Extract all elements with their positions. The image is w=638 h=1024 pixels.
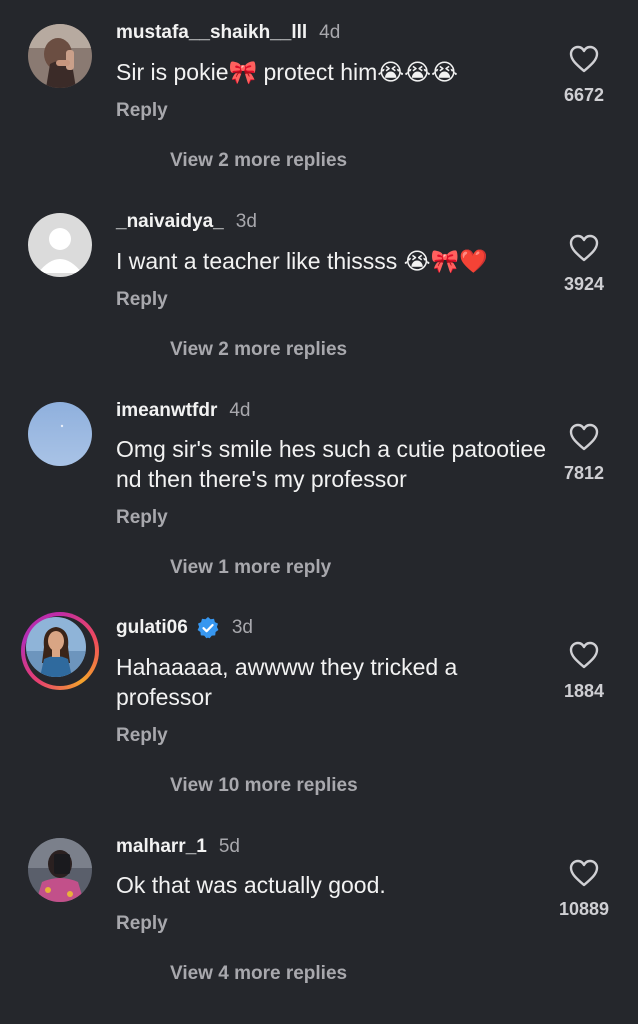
reply-button[interactable]: Reply bbox=[116, 913, 168, 935]
like-count: 7812 bbox=[563, 463, 605, 483]
comment-time: 4d bbox=[229, 400, 251, 421]
view-more-replies-button[interactable]: View 2 more replies bbox=[170, 150, 347, 172]
comment-text: I want a teacher like thissss 😭🎀❤️ bbox=[116, 248, 488, 274]
comment-time: 5d bbox=[218, 836, 240, 857]
reply-button[interactable]: Reply bbox=[116, 507, 168, 529]
heart-icon[interactable] bbox=[569, 423, 599, 451]
comment-text: Ok that was actually good. bbox=[116, 872, 386, 898]
comment-time: 3d bbox=[235, 211, 257, 232]
comment-text: Omg sir's smile hes such a cutie patooti… bbox=[116, 436, 547, 492]
like-count: 3924 bbox=[563, 274, 605, 294]
comment-item: _naivaidya_ 3d I want a teacher like thi… bbox=[0, 189, 638, 379]
comment-item: imeanwtfdr 4d Omg sir's smile hes such a… bbox=[0, 378, 638, 578]
like-count: 1884 bbox=[563, 681, 605, 701]
heart-icon[interactable] bbox=[569, 234, 599, 262]
reply-button[interactable]: Reply bbox=[116, 100, 168, 122]
avatar[interactable] bbox=[28, 838, 92, 902]
comment-item: malharr_1 5d Ok that was actually good. … bbox=[0, 814, 638, 1004]
username[interactable]: mustafa__shaikh__lll bbox=[116, 22, 307, 44]
view-more-replies-button[interactable]: View 1 more reply bbox=[170, 557, 331, 579]
like-area: 3924 bbox=[554, 234, 614, 295]
comment-text: Hahaaaaa, awwww they tricked a professor bbox=[116, 654, 458, 710]
heart-icon[interactable] bbox=[569, 859, 599, 887]
view-more-replies-button[interactable]: View 4 more replies bbox=[170, 963, 347, 985]
username[interactable]: malharr_1 bbox=[116, 836, 207, 858]
avatar[interactable] bbox=[28, 402, 92, 466]
comment-time: 4d bbox=[319, 22, 341, 43]
like-area: 1884 bbox=[554, 641, 614, 702]
like-area: 10889 bbox=[554, 859, 614, 920]
verified-badge-icon bbox=[197, 617, 219, 639]
reply-button[interactable]: Reply bbox=[116, 725, 168, 747]
view-more-replies-button[interactable]: View 2 more replies bbox=[170, 339, 347, 361]
username[interactable]: gulati06 bbox=[116, 617, 188, 639]
comment-item: mustafa__shaikh__lll 4d Sir is pokie🎀 pr… bbox=[0, 0, 638, 190]
avatar[interactable] bbox=[28, 213, 92, 277]
like-area: 6672 bbox=[554, 45, 614, 106]
view-more-replies-button[interactable]: View 10 more replies bbox=[170, 775, 358, 797]
heart-icon[interactable] bbox=[569, 45, 599, 73]
like-count: 10889 bbox=[558, 899, 610, 919]
avatar[interactable] bbox=[28, 24, 92, 88]
username[interactable]: _naivaidya_ bbox=[116, 211, 224, 233]
like-count: 6672 bbox=[563, 85, 605, 105]
comment-text: Sir is pokie🎀 protect him😭😭😭 bbox=[116, 59, 458, 85]
avatar-story-ring[interactable] bbox=[21, 612, 99, 690]
username[interactable]: imeanwtfdr bbox=[116, 400, 217, 422]
comment-item: gulati06 3d Hahaaaaa, awwww they tricked… bbox=[0, 596, 638, 796]
reply-button[interactable]: Reply bbox=[116, 289, 168, 311]
heart-icon[interactable] bbox=[569, 641, 599, 669]
comment-time: 3d bbox=[231, 617, 253, 638]
like-area: 7812 bbox=[554, 423, 614, 484]
